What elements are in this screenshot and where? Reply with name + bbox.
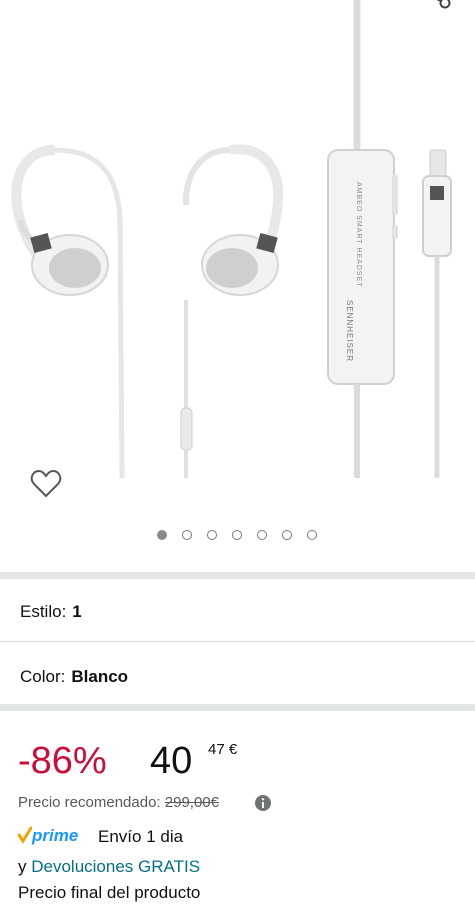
price-fraction: 47 €: [208, 741, 237, 758]
color-label: Color:: [20, 667, 66, 686]
discount-percentage: -86%: [18, 740, 107, 782]
color-value: Blanco: [71, 667, 129, 686]
list-price: Precio recomendado: 299,00€: [18, 794, 219, 811]
prime-label: prime: [32, 826, 79, 845]
style-label: Estilo:: [20, 602, 67, 621]
info-icon[interactable]: [255, 795, 271, 811]
style-selector[interactable]: Estilo: 1: [0, 581, 475, 641]
shipping-info: Envío 1 dia: [98, 827, 184, 846]
section-divider: [0, 572, 475, 579]
product-image-gallery[interactable]: SENNHEISER AMBEO SMART HEADSET: [0, 0, 475, 572]
returns-prefix: y: [18, 857, 27, 876]
pagination-dot[interactable]: [307, 530, 317, 540]
prime-badge: prime: [17, 826, 79, 848]
pagination-dot[interactable]: [157, 530, 167, 540]
final-price-note: Precio final del producto: [18, 883, 201, 902]
pagination-dot[interactable]: [232, 530, 242, 540]
prime-check-icon: [17, 826, 33, 844]
product-image[interactable]: [0, 0, 475, 520]
section-divider: [0, 704, 475, 711]
pagination-dot[interactable]: [257, 530, 267, 540]
list-price-label: Precio recomendado:: [18, 794, 161, 811]
price-cents: 47: [208, 741, 225, 758]
price-whole: 40: [150, 740, 193, 782]
color-selector[interactable]: Color: Blanco: [0, 646, 475, 706]
style-value: 1: [72, 602, 82, 621]
price-currency: €: [228, 741, 238, 758]
free-returns-link[interactable]: Devoluciones GRATIS: [31, 857, 200, 876]
pagination-dot[interactable]: [207, 530, 217, 540]
share-icon[interactable]: [418, 0, 452, 18]
pagination-dot[interactable]: [282, 530, 292, 540]
list-price-value: 299,00€: [164, 794, 219, 811]
remote-model-text: AMBEO SMART HEADSET: [355, 182, 362, 288]
heart-icon[interactable]: [30, 469, 62, 499]
remote-brand-text: SENNHEISER: [345, 300, 354, 363]
image-pagination: [0, 530, 475, 544]
row-divider: [0, 641, 475, 642]
returns-info: y Devoluciones GRATIS: [18, 857, 200, 877]
pagination-dot[interactable]: [182, 530, 192, 540]
